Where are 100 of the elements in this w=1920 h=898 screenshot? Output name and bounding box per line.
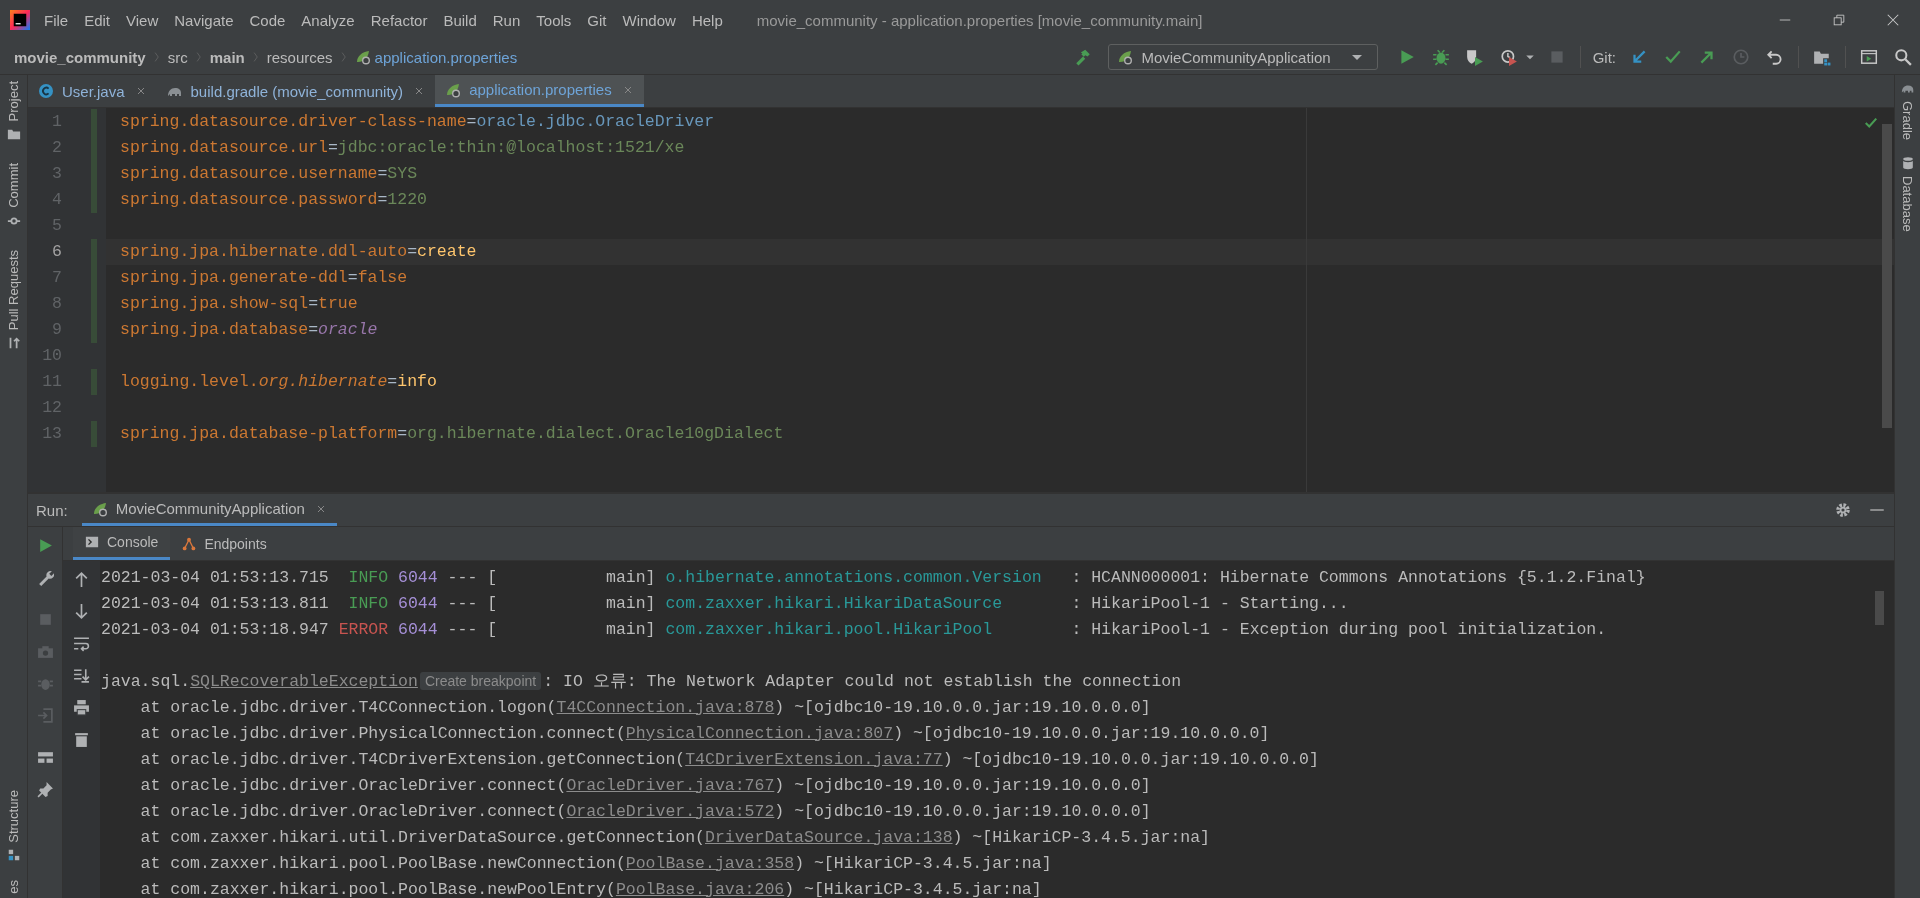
tab-label: User.java bbox=[62, 82, 125, 100]
menu-item[interactable]: Code bbox=[249, 11, 286, 29]
console-line: at oracle.jdbc.driver.T4CConnection.logon(T4CConnection.java:878) ~[ojdbc10-19.10.0.0.jar:19.10.0.0.0] bbox=[139, 697, 1151, 717]
leaf-icon bbox=[354, 49, 371, 65]
console-tab[interactable]: Endpoints bbox=[170, 527, 279, 560]
pin-icon[interactable] bbox=[36, 781, 54, 798]
breadcrumb[interactable]: src bbox=[167, 48, 188, 66]
editor-tab[interactable]: application.properties bbox=[435, 75, 644, 107]
scrollbar-thumb[interactable] bbox=[1875, 591, 1884, 625]
tool-window-button[interactable]: Structure bbox=[6, 787, 21, 865]
app-logo-icon bbox=[10, 10, 30, 30]
source-link[interactable]: T4CDriverExtension.java:77 bbox=[685, 749, 943, 769]
code-line: spring.datasource.url=jdbc:oracle:thin:@localhost:1521/xe bbox=[119, 137, 685, 159]
source-link[interactable]: OracleDriver.java:767 bbox=[566, 775, 775, 795]
console-line: at com.zaxxer.hikari.util.DriverDataSource.getConnection(DriverDataSource.java:138) ~[HikariCP-3.4.5.jar:na] bbox=[139, 827, 1210, 847]
source-link[interactable]: PoolBase.java:358 bbox=[625, 853, 795, 873]
code-line: spring.jpa.generate-ddl=false bbox=[119, 267, 408, 289]
project-structure-icon[interactable] bbox=[1813, 48, 1831, 66]
code-line: spring.jpa.show-sql=true bbox=[119, 293, 358, 315]
window-title: movie_community - application.properties [movie_community.main] bbox=[756, 11, 1203, 29]
menu-item[interactable]: View bbox=[126, 11, 159, 29]
rollback-icon[interactable] bbox=[1766, 48, 1784, 66]
print-icon[interactable] bbox=[73, 699, 90, 716]
down-arrow-icon[interactable] bbox=[73, 603, 90, 620]
tool-window-button[interactable]: Gradle bbox=[1900, 81, 1915, 141]
menu-item[interactable]: Run bbox=[492, 11, 521, 29]
console-line: at oracle.jdbc.driver.PhysicalConnection.connect(PhysicalConnection.java:807) ~[ojdbc10-19.10.0.0.jar:19.10.0.0.0] bbox=[139, 723, 1270, 743]
create-breakpoint-hint[interactable]: Create breakpoint bbox=[419, 672, 542, 690]
console-line: at oracle.jdbc.driver.T4CDriverExtension.getConnection(T4CDriverExtension.java:77) ~[ojdbc10-19.10.0.0.jar:19.10.0.0.0] bbox=[139, 749, 1319, 769]
push-icon[interactable] bbox=[1698, 48, 1716, 66]
source-link[interactable]: PhysicalConnection.java:807 bbox=[625, 723, 894, 743]
exit-icon[interactable] bbox=[36, 707, 54, 724]
class-icon bbox=[38, 83, 54, 99]
tool-window-button[interactable]: es bbox=[6, 878, 21, 896]
layout-icon[interactable] bbox=[36, 749, 54, 766]
menu-item[interactable]: Window bbox=[622, 11, 676, 29]
update-icon[interactable] bbox=[1630, 48, 1648, 66]
run-configuration-dropdown[interactable]: MovieCommunityApplication bbox=[1108, 44, 1378, 70]
source-link[interactable]: SQLRecoverableException bbox=[190, 672, 418, 691]
terminal-icon[interactable] bbox=[1860, 48, 1878, 66]
console-icon bbox=[85, 535, 99, 549]
menu-item[interactable]: Tools bbox=[536, 11, 572, 29]
scrollbar-thumb[interactable] bbox=[1882, 124, 1892, 428]
settings-icon[interactable] bbox=[1834, 501, 1852, 519]
close-icon bbox=[1886, 13, 1900, 27]
menu-item[interactable]: Help bbox=[691, 11, 723, 29]
history-icon[interactable] bbox=[1732, 48, 1750, 66]
soft-wrap-icon[interactable] bbox=[73, 635, 90, 652]
endpoints-icon bbox=[182, 536, 197, 551]
console-line: at com.zaxxer.hikari.pool.PoolBase.newPoolEntry(PoolBase.java:206) ~[HikariCP-3.4.5.jar:na] bbox=[139, 879, 1042, 898]
debug-icon[interactable] bbox=[1431, 48, 1450, 66]
tool-window-button[interactable]: Database bbox=[1900, 156, 1915, 232]
breadcrumb[interactable]: main bbox=[209, 48, 245, 66]
editor-tab[interactable]: build.gradle (movie_community) bbox=[156, 75, 436, 107]
console-line: at oracle.jdbc.driver.OracleDriver.connect(OracleDriver.java:572) ~[ojdbc10-19.10.0.0.jar:19.10.0.0.0] bbox=[139, 801, 1151, 821]
code-line: spring.datasource.driver-class-name=oracle.jdbc.OracleDriver bbox=[119, 111, 715, 133]
code-line: spring.jpa.database-platform=org.hibernate.dialect.Oracle10gDialect bbox=[119, 423, 784, 445]
tool-window-button[interactable]: Commit bbox=[6, 161, 21, 231]
source-link[interactable]: T4CConnection.java:878 bbox=[556, 697, 775, 717]
folder-icon bbox=[6, 127, 21, 142]
console-line: 2021-03-04 01:53:13.715 INFO 6044 --- [ main] o.hibernate.annotations.common.Version : HCANN000001: Hibernate Commons Annotations {5.1.2.Final} bbox=[101, 567, 1646, 587]
git-label: Git: bbox=[1592, 48, 1616, 66]
search-icon[interactable] bbox=[1894, 48, 1912, 66]
source-link[interactable]: DriverDataSource.java:138 bbox=[705, 827, 953, 847]
tool-window-button[interactable]: Project bbox=[6, 79, 21, 144]
leaf-icon bbox=[91, 500, 108, 517]
console-line: 2021-03-04 01:53:13.811 INFO 6044 --- [ main] com.zaxxer.hikari.HikariDataSource : HikariPool-1 - Starting... bbox=[101, 593, 1349, 613]
tab-label: application.properties bbox=[469, 81, 612, 98]
breadcrumb[interactable]: resources bbox=[266, 48, 333, 66]
console-line: at oracle.jdbc.driver.OracleDriver.connect(OracleDriver.java:767) ~[ojdbc10-19.10.0.0.jar:19.10.0.0.0] bbox=[139, 775, 1151, 795]
code-line: spring.datasource.password=1220 bbox=[119, 189, 427, 211]
check-icon bbox=[1864, 116, 1878, 130]
source-link[interactable]: OracleDriver.java:572 bbox=[566, 801, 775, 821]
leaf-icon bbox=[445, 81, 462, 98]
tool-window-button[interactable]: Pull Requests bbox=[6, 248, 21, 353]
menu-item[interactable]: Git bbox=[587, 11, 607, 29]
tab-label: build.gradle (movie_community) bbox=[190, 82, 404, 100]
menu-item[interactable]: Edit bbox=[84, 11, 111, 29]
trash-icon[interactable] bbox=[73, 731, 90, 748]
profile-icon[interactable] bbox=[1499, 48, 1518, 66]
menu-item[interactable]: Navigate bbox=[174, 11, 234, 29]
console-line: java.sql.SQLRecoverableException Create breakpoint : IO 오류: The Network Adapter could not establish the connection bbox=[101, 671, 1182, 692]
menu-item[interactable]: Refactor bbox=[370, 11, 428, 29]
menu-item[interactable]: Build bbox=[443, 11, 477, 29]
up-arrow-icon[interactable] bbox=[73, 571, 90, 588]
code-line: spring.jpa.database=oracle bbox=[119, 319, 378, 341]
console-line: 2021-03-04 01:53:18.947 ERROR 6044 --- [ main] com.zaxxer.hikari.pool.HikariPool : HikariPool-1 - Exception during pool initialization. bbox=[101, 619, 1607, 639]
structure-icon bbox=[6, 848, 21, 863]
code-line: spring.datasource.username=SYS bbox=[119, 163, 418, 185]
scroll-to-end-icon[interactable] bbox=[73, 667, 90, 684]
menu-item[interactable]: File bbox=[44, 11, 69, 29]
breadcrumb[interactable]: movie_community bbox=[14, 48, 146, 66]
breadcrumb[interactable]: application.properties bbox=[374, 48, 518, 66]
editor-tab[interactable]: User.java bbox=[28, 75, 157, 107]
camera-icon[interactable] bbox=[36, 643, 54, 660]
coverage-icon[interactable] bbox=[1465, 48, 1484, 66]
menu-item[interactable]: Analyze bbox=[301, 11, 355, 29]
run-label: Run: bbox=[36, 501, 68, 519]
code-line: logging.level.org.hibernate=info bbox=[119, 371, 437, 393]
source-link[interactable]: PoolBase.java:206 bbox=[615, 879, 785, 898]
